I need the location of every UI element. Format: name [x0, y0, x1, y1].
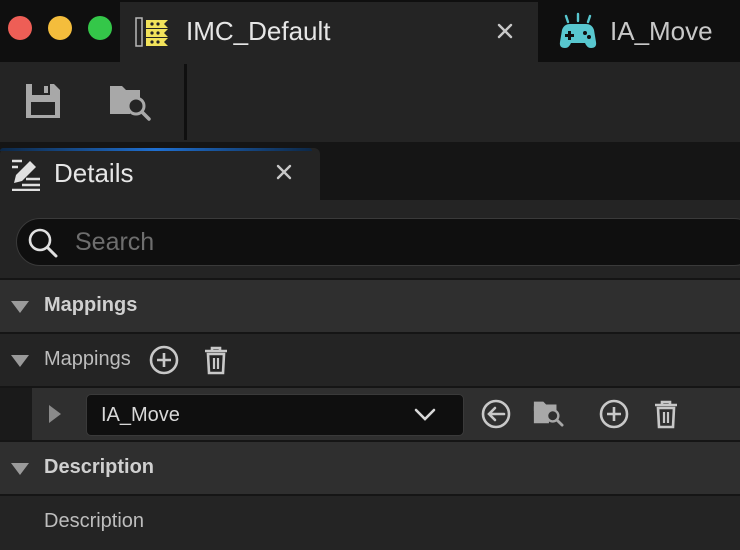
tab-ia-move[interactable]: IA_Move: [540, 2, 740, 62]
panel-title: Details: [54, 158, 134, 188]
row-indent: [0, 388, 32, 440]
category-mappings[interactable]: Mappings: [0, 278, 740, 332]
use-selected-asset-icon[interactable]: [480, 398, 512, 430]
expand-arrow-icon[interactable]: [48, 404, 62, 424]
delete-element-icon[interactable]: [650, 398, 682, 430]
minimize-window-button[interactable]: [48, 16, 72, 40]
input-action-dropdown[interactable]: IA_Move: [86, 394, 464, 436]
close-window-button[interactable]: [8, 16, 32, 40]
tab-imc-default[interactable]: IMC_Default: [120, 2, 538, 62]
tab-label: IMC_Default: [186, 16, 331, 46]
property-label: Description: [44, 510, 145, 532]
save-icon[interactable]: [20, 78, 66, 124]
add-element-icon[interactable]: [148, 344, 180, 376]
property-label: Mappings: [44, 348, 131, 370]
collapse-arrow-icon[interactable]: [10, 462, 30, 476]
title-bar: IMC_Default IA_Move: [0, 0, 740, 62]
close-icon[interactable]: [490, 16, 520, 46]
panel-tab-bar: Details: [0, 142, 740, 200]
toolbar-separator: [184, 64, 187, 140]
details-icon: [12, 159, 40, 191]
browse-to-asset-icon[interactable]: [106, 78, 152, 124]
mapping-item-row: IA_Move: [0, 386, 740, 440]
tab-details[interactable]: Details: [0, 148, 320, 200]
category-label: Description: [44, 456, 155, 478]
delete-all-icon[interactable]: [200, 344, 232, 376]
input-action-icon: [559, 12, 597, 48]
asset-toolbar: [0, 62, 740, 142]
collapse-arrow-icon[interactable]: [10, 354, 30, 368]
insert-element-icon[interactable]: [598, 398, 630, 430]
input-mapping-context-icon: [135, 17, 168, 47]
browse-to-asset-icon[interactable]: [532, 396, 564, 428]
chevron-down-icon: [414, 408, 436, 421]
search-input[interactable]: [73, 225, 677, 259]
active-tab-accent: [0, 148, 312, 151]
close-icon[interactable]: [270, 158, 298, 186]
tab-label: IA_Move: [610, 16, 713, 46]
mapping-item: IA_Move: [32, 388, 740, 440]
category-description[interactable]: Description: [0, 440, 740, 494]
maximize-window-button[interactable]: [88, 16, 112, 40]
search-icon: [28, 228, 58, 258]
search-box[interactable]: [16, 218, 740, 266]
dropdown-value: IA_Move: [101, 404, 180, 426]
category-label: Mappings: [44, 294, 138, 316]
details-panel: Mappings Mappings IA_Move: [0, 200, 740, 550]
description-property-row[interactable]: Description: [0, 494, 740, 548]
mappings-array-row: Mappings: [0, 332, 740, 386]
collapse-arrow-icon[interactable]: [10, 300, 30, 314]
